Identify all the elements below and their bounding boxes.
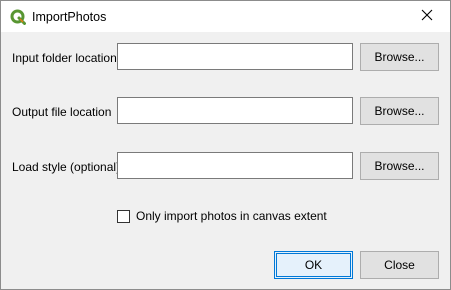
input-folder-browse-button[interactable]: Browse... <box>360 43 439 71</box>
canvas-extent-checkbox-label: Only import photos in canvas extent <box>136 209 327 223</box>
ok-button[interactable]: OK <box>274 251 353 279</box>
load-style-label: Load style (optional) <box>12 160 121 174</box>
close-icon <box>421 9 433 24</box>
title-bar: ImportPhotos <box>1 1 450 32</box>
close-button[interactable]: Close <box>360 251 439 279</box>
input-folder-field[interactable] <box>117 43 353 70</box>
canvas-extent-option[interactable]: Only import photos in canvas extent <box>117 208 327 224</box>
close-window-button[interactable] <box>404 1 450 32</box>
output-file-label: Output file location <box>12 105 112 119</box>
window-title: ImportPhotos <box>32 10 107 24</box>
load-style-browse-button[interactable]: Browse... <box>360 152 439 180</box>
output-file-field[interactable] <box>117 97 353 124</box>
import-photos-dialog: ImportPhotos Input folder location Brows… <box>0 0 451 290</box>
load-style-field[interactable] <box>117 152 353 179</box>
input-folder-label: Input folder location <box>12 51 117 65</box>
qgis-logo-icon <box>10 9 26 25</box>
output-file-browse-button[interactable]: Browse... <box>360 97 439 125</box>
canvas-extent-checkbox[interactable] <box>117 209 130 223</box>
